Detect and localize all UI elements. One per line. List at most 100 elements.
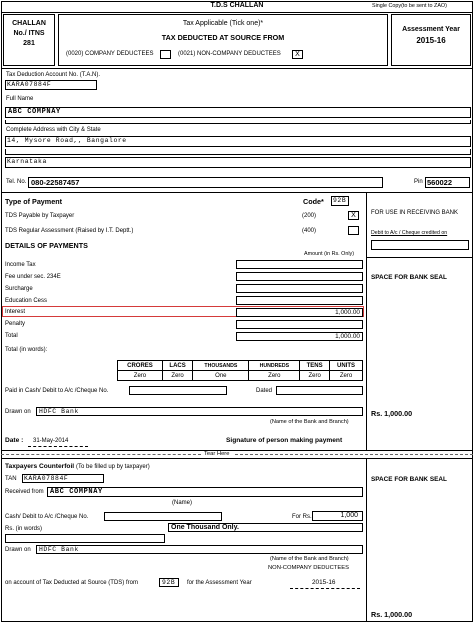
- row-interest-label: Interest: [5, 309, 26, 315]
- name-label: Full Name: [6, 96, 34, 102]
- row-education-cess-field[interactable]: [236, 296, 363, 305]
- row-interest-value: 1,000.00: [335, 309, 360, 316]
- tds-regular-checkbox[interactable]: [348, 226, 359, 235]
- drawn-on-value: HDFC Bank: [39, 408, 79, 415]
- company-deductees-checkbox[interactable]: [160, 50, 171, 59]
- units-header-row: CRORES LACS THOUSANDS HUNDREDS TENS UNIT…: [117, 360, 363, 371]
- tds-from-label: TAX DEDUCTED AT SOURCE FROM: [161, 33, 285, 42]
- cf-name-note: (Name): [172, 500, 193, 506]
- challan-no-line1: CHALLAN: [12, 20, 46, 27]
- units-value-hundreds[interactable]: Zero: [248, 370, 301, 381]
- cf-drawn-on-value: HDFC Bank: [39, 546, 79, 553]
- cf-received-value: ABC COMPNAY: [50, 488, 103, 496]
- units-header-hundreds: HUNDREDS: [248, 360, 301, 371]
- signature-label: Signature of person making payment: [226, 437, 343, 444]
- row-total-label: Total: [5, 333, 18, 339]
- counterfoil-title-text: Taxpayers Counterfoil: [5, 463, 75, 470]
- noncompany-deductees-checkbox[interactable]: X: [292, 50, 303, 59]
- date-underline: [28, 446, 88, 447]
- cf-noncompany-label: NON-COMPANY DEDUCTEES: [268, 565, 349, 571]
- tel-label: Tel. No.: [6, 179, 27, 185]
- assessment-value: 2015-16: [416, 36, 446, 45]
- tear-line-left: [1, 454, 201, 455]
- divider: [366, 257, 473, 258]
- address-field-2[interactable]: [5, 149, 471, 155]
- bank-use-field[interactable]: [371, 240, 469, 250]
- units-value-tens[interactable]: Zero: [299, 370, 331, 381]
- cf-account-code-value: 92B: [162, 579, 176, 586]
- tds-payable-checkbox[interactable]: X: [348, 211, 359, 220]
- units-value-lacs[interactable]: Zero: [161, 370, 194, 381]
- cf-tan-value: KARA07884F: [24, 475, 69, 482]
- row-fee-field[interactable]: [236, 272, 363, 281]
- row-fee-label: Fee under sec. 234E: [5, 274, 61, 280]
- pin-label: Pin: [414, 179, 423, 185]
- cf-drawn-on-label: Drawn on: [5, 547, 31, 553]
- column-divider: [366, 458, 367, 622]
- date-label: Date :: [5, 437, 24, 444]
- row-penalty-label: Penalty: [5, 321, 26, 327]
- units-value-units[interactable]: Zero: [329, 370, 363, 381]
- dated-field[interactable]: [276, 386, 363, 395]
- tel-value: 080-22587457: [31, 178, 80, 187]
- cf-rs-words-field-1[interactable]: [5, 534, 165, 543]
- column-divider: [366, 192, 367, 450]
- units-header-units: UNITS: [329, 360, 363, 371]
- code-value: 92B: [333, 197, 347, 204]
- tds-regular-code: (400): [302, 228, 317, 234]
- cf-assessment-underline: [290, 588, 360, 589]
- units-value-crores[interactable]: Zero: [117, 370, 163, 381]
- row-surcharge-label: Surcharge: [5, 286, 33, 292]
- assessment-label: Assessment Year: [402, 26, 460, 33]
- units-header-tens: TENS: [299, 360, 331, 371]
- tear-line-right: [235, 454, 473, 455]
- dated-label: Dated: [256, 388, 273, 394]
- cf-cheque-field[interactable]: [104, 512, 222, 521]
- details-label: DETAILS OF PAYMENTS: [5, 241, 88, 250]
- cf-assessment-value: 2015-16: [312, 579, 336, 586]
- amount-in-words-table: CRORES LACS THOUSANDS HUNDREDS TENS UNIT…: [117, 360, 363, 381]
- tear-here-label: Tear Here: [204, 451, 230, 457]
- units-value-row: Zero Zero One Zero Zero Zero: [117, 370, 363, 381]
- challan-no-line3: 281: [23, 40, 35, 47]
- name-value: ABC COMPNAY: [8, 108, 61, 116]
- counterfoil-subtitle: (To be filled up by taxpayer): [75, 464, 150, 470]
- copy-note: Single Copy(to be sent to ZAO): [372, 3, 447, 9]
- noncompany-deductees-label: (0021) NON-COMPANY DEDUCTEES: [178, 51, 281, 57]
- cf-received-label: Received from: [5, 489, 44, 495]
- cf-assessment-label: for the Assessment Year: [187, 580, 252, 586]
- pin-value: 560022: [427, 178, 453, 187]
- divider: [1, 450, 473, 451]
- total-words-label: Total (in words):: [5, 347, 48, 353]
- name-field-line2: [5, 120, 471, 124]
- address-line2: Karnataka: [7, 158, 47, 165]
- tel-field[interactable]: [28, 177, 383, 188]
- cf-account-label: on account of Tax Deducted at Source (TD…: [5, 580, 138, 586]
- challan-no-line2: No./ ITNS: [13, 30, 45, 37]
- counterfoil-title: Taxpayers Counterfoil (To be filled up b…: [5, 463, 150, 470]
- row-income-tax-field[interactable]: [236, 260, 363, 269]
- bank-seal-label: SPACE FOR BANK SEAL: [371, 274, 447, 281]
- units-header-crores: CRORES: [117, 360, 163, 371]
- cheque-no-field[interactable]: [129, 386, 227, 395]
- cf-cash-label: Cash/ Debit to A/c /Cheque No.: [5, 514, 89, 520]
- cf-drawn-on-field[interactable]: [36, 545, 363, 554]
- row-surcharge-field[interactable]: [236, 284, 363, 293]
- cf-bank-seal-amount: Rs. 1,000.00: [371, 610, 413, 619]
- units-value-thousands[interactable]: One: [192, 370, 250, 381]
- divider: [1, 12, 473, 13]
- row-penalty-field[interactable]: [236, 320, 363, 329]
- cf-rs-words-label: Rs. (in words): [5, 526, 43, 532]
- name-field[interactable]: [5, 107, 471, 118]
- paid-label: Paid in Cash/ Debit to A/c /Cheque No.: [5, 388, 109, 394]
- divider: [1, 192, 473, 193]
- cf-bank-seal-label: SPACE FOR BANK SEAL: [371, 476, 447, 483]
- cf-for-rs-label: For Rs.: [292, 514, 312, 520]
- tan-label: Tax Deduction Account No. (T.A.N).: [6, 72, 101, 78]
- drawn-on-field[interactable]: [36, 407, 363, 416]
- cf-for-rs-value: 1,000: [340, 512, 358, 519]
- company-deductees-label: (0020) COMPANY DEDUCTEES: [66, 51, 154, 57]
- address-field-3[interactable]: [5, 157, 471, 168]
- divider: [1, 458, 473, 459]
- drawn-on-label: Drawn on: [5, 409, 31, 415]
